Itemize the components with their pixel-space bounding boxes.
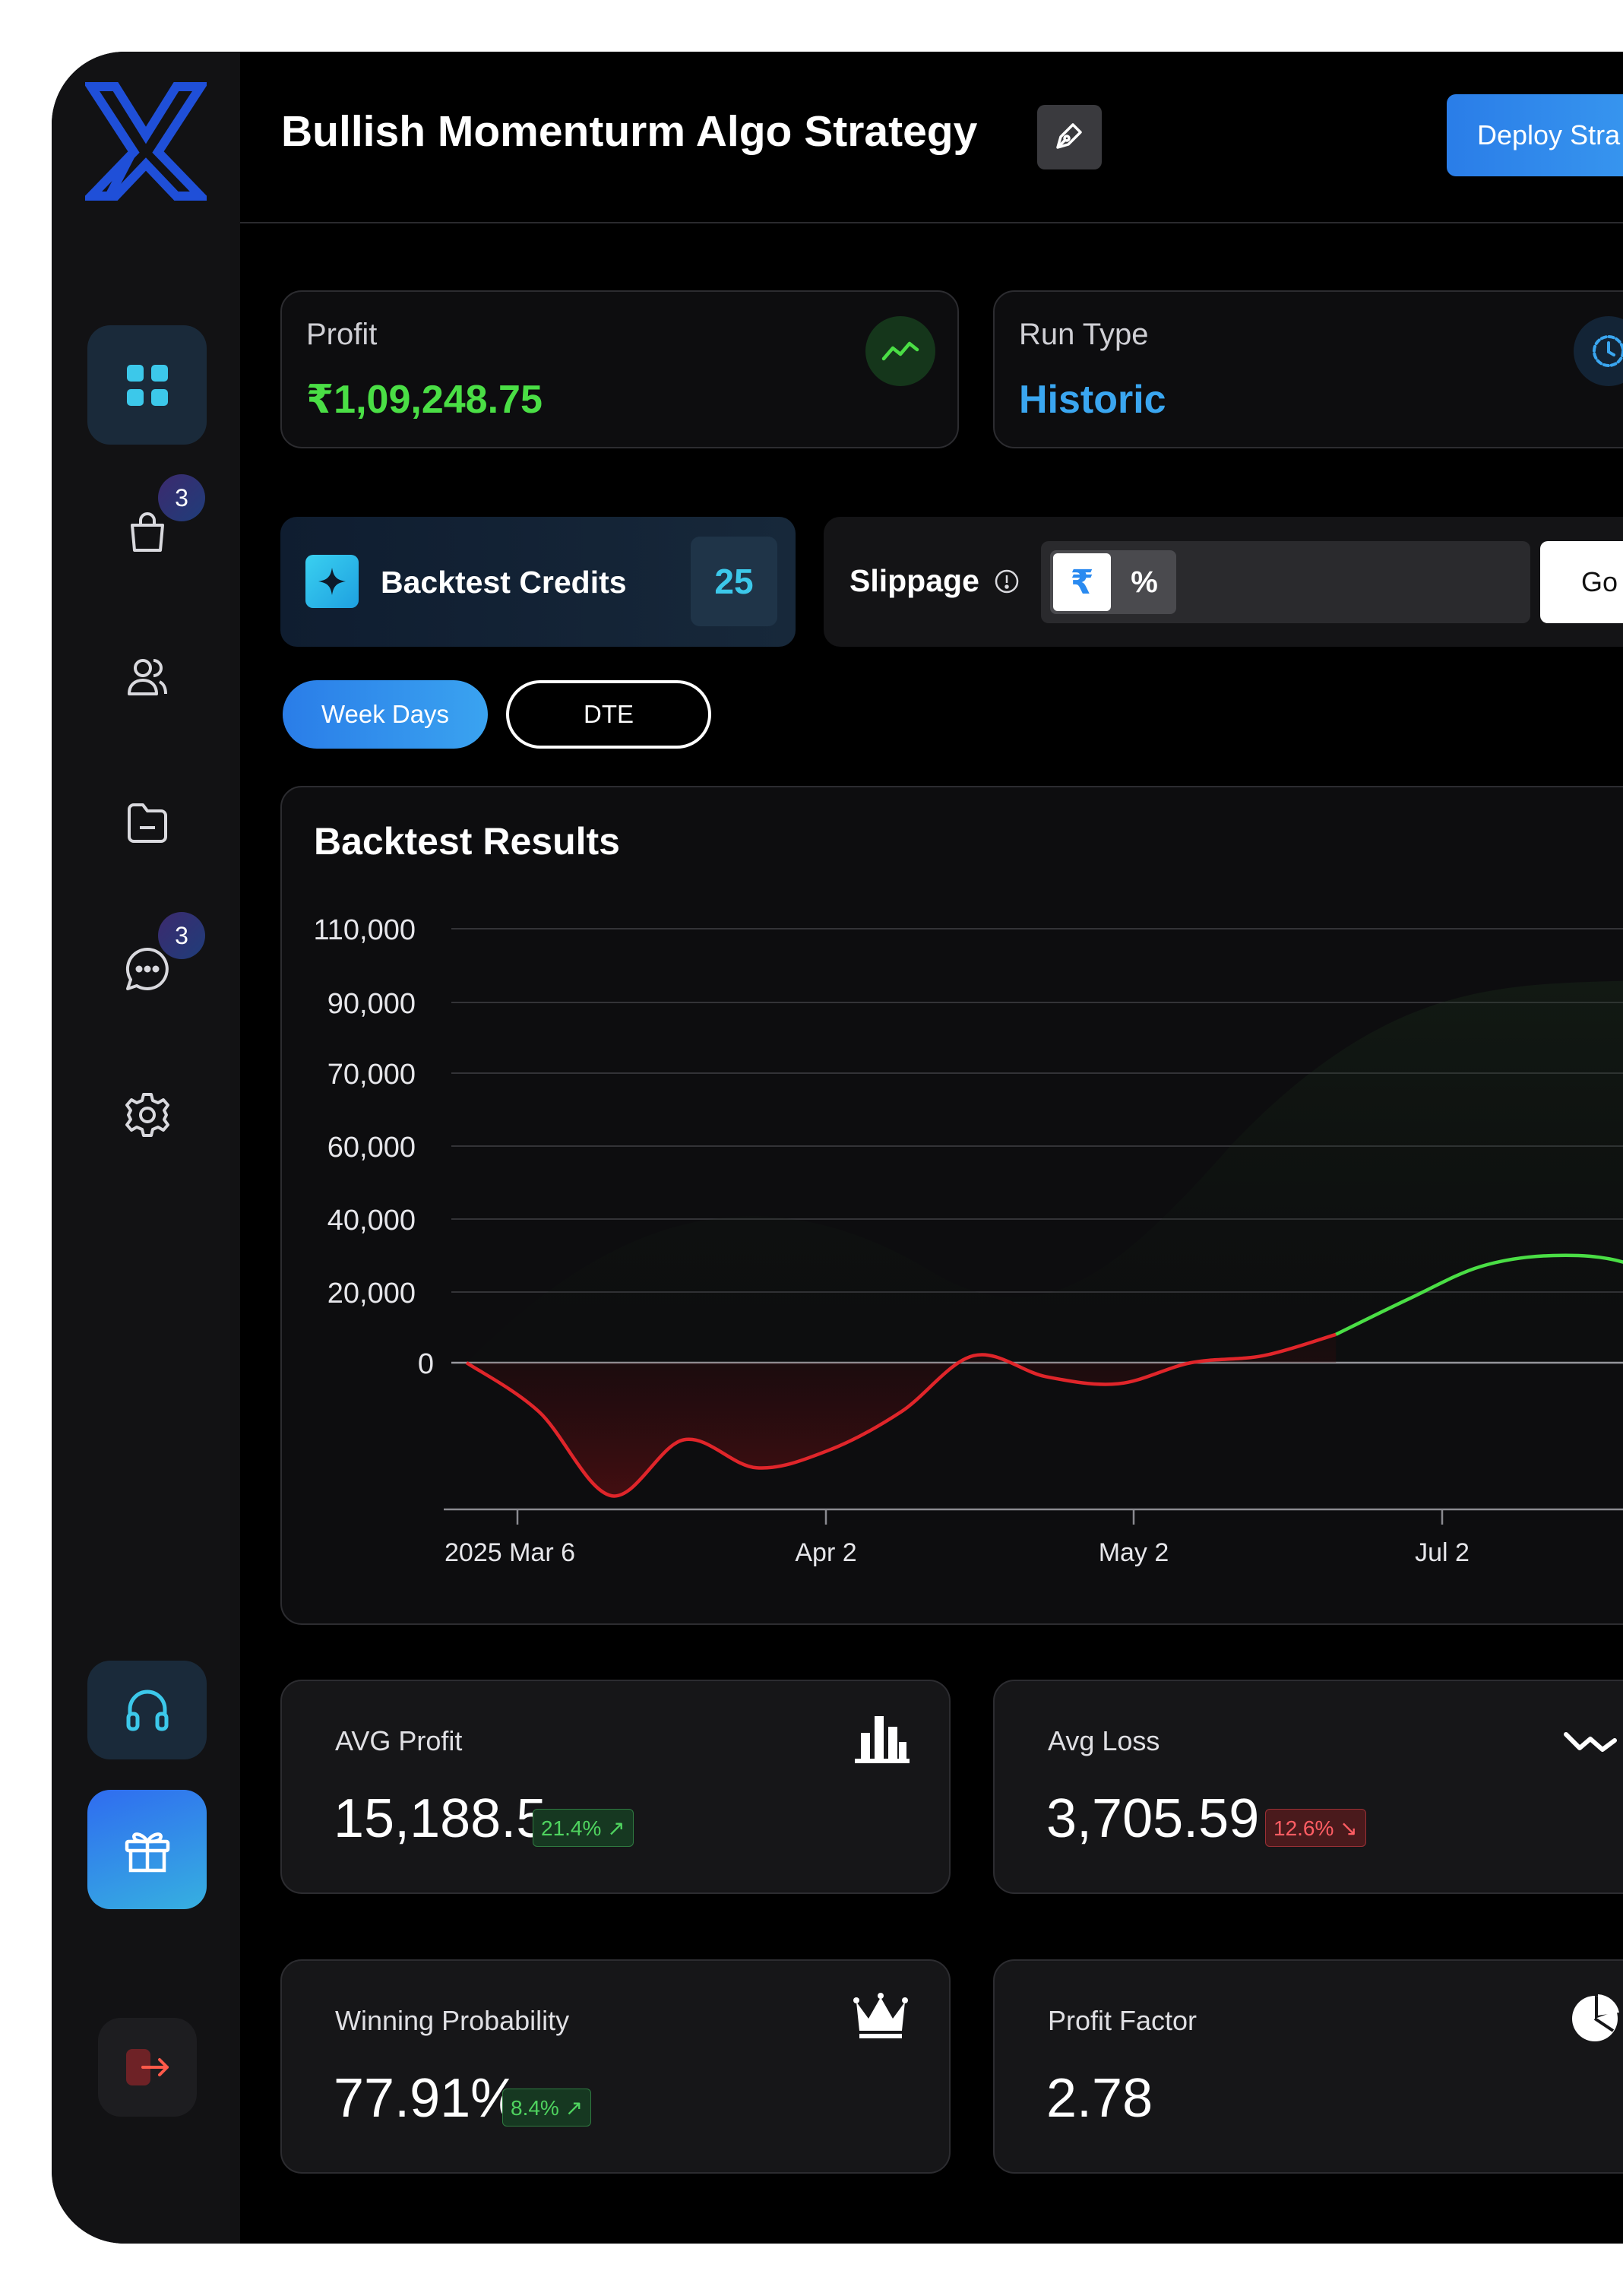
y-tick-label: 110,000 <box>313 914 416 946</box>
profit-value: ₹1,09,248.75 <box>306 378 543 422</box>
y-tick-label: 20,000 <box>327 1278 416 1310</box>
credits-count: 25 <box>691 537 777 626</box>
sidebar-item-dashboard[interactable] <box>87 325 207 445</box>
win-prob-label: Winning Probability <box>335 2005 570 2036</box>
trend-up-icon <box>865 316 935 386</box>
deploy-strategy-button[interactable]: Deploy Stra <box>1447 94 1623 176</box>
win-prob-change: 8.4% ↗ <box>502 2089 592 2127</box>
gift-icon <box>122 1825 172 1875</box>
go-button[interactable]: Go <box>1540 541 1623 623</box>
run-type-label: Run Type <box>1019 318 1149 351</box>
bar-chart-icon <box>853 1712 911 1769</box>
app-window: 3 3 Bullish Momenturm Algo Strategy Depl… <box>52 52 1623 2244</box>
sidebar-item-users[interactable] <box>87 617 207 736</box>
avg-loss-card: Avg Loss 3,705.59 12.6% ↘ <box>993 1680 1623 1894</box>
pen-icon <box>1053 119 1087 156</box>
profit-factor-value: 2.78 <box>1046 2068 1153 2129</box>
week-days-tab[interactable]: Week Days <box>283 680 488 749</box>
sparkle-icon <box>305 555 359 608</box>
avg-profit-label: AVG Profit <box>335 1725 463 1756</box>
unit-toggle: ₹ % <box>1050 550 1176 614</box>
y-tick-label: 40,000 <box>327 1205 416 1237</box>
x-tick-label: 2025 Mar 6 <box>445 1538 575 1567</box>
x-tick-label: Jul 2 <box>1415 1538 1470 1567</box>
avg-loss-label: Avg Loss <box>1048 1725 1160 1756</box>
headphones-icon <box>124 1686 171 1734</box>
logout-button[interactable] <box>98 2018 197 2117</box>
percent-toggle[interactable]: % <box>1115 553 1173 611</box>
credits-label: Backtest Credits <box>381 565 627 600</box>
sidebar-item-folders[interactable] <box>87 763 207 882</box>
y-tick-label: 60,000 <box>327 1132 416 1164</box>
run-type-card: Run Type Historic <box>993 290 1623 448</box>
gear-icon <box>124 1091 171 1138</box>
history-icon <box>1574 316 1623 386</box>
backtest-chart: 110,000 90,000 70,000 60,000 40,000 20,000 0 20… <box>313 914 1623 1567</box>
backtest-results-card: Backtest Results 110,000 90,000 70,000 60,0… <box>280 786 1623 1625</box>
dte-tab[interactable]: DTE <box>506 680 711 749</box>
slippage-input[interactable]: ₹ % <box>1041 541 1530 623</box>
orders-badge: 3 <box>158 474 205 521</box>
grid-icon <box>125 363 169 407</box>
x-tick-label: May 2 <box>1099 1538 1169 1567</box>
pie-chart-icon <box>1569 1991 1622 2048</box>
page-title: Bullish Momenturm Algo Strategy <box>281 107 978 156</box>
run-type-value: Historic <box>1019 378 1166 422</box>
sidebar-item-settings[interactable] <box>87 1055 207 1174</box>
rupee-toggle[interactable]: ₹ <box>1053 553 1111 611</box>
crown-icon <box>853 1991 908 2044</box>
trend-wave-icon <box>1563 1727 1618 1761</box>
info-icon[interactable] <box>994 568 1020 598</box>
avg-profit-card: AVG Profit 15,188.5 21.4% ↗ <box>280 1680 951 1894</box>
slippage-panel: Slippage ₹ % Go <box>824 517 1623 647</box>
y-tick-label: 90,000 <box>327 988 416 1020</box>
folder-icon <box>125 800 170 846</box>
avg-profit-change: 21.4% ↗ <box>533 1809 634 1847</box>
shopping-bag-icon <box>125 508 170 554</box>
avg-loss-change: 12.6% ↘ <box>1265 1809 1366 1847</box>
avg-loss-value: 3,705.59 <box>1046 1788 1260 1849</box>
header: Bullish Momenturm Algo Strategy Deploy S… <box>240 52 1623 223</box>
main-content: Bullish Momenturm Algo Strategy Deploy S… <box>240 52 1623 2244</box>
winning-probability-card: Winning Probability 77.91% 8.4% ↗ <box>280 1959 951 2174</box>
chat-icon <box>124 945 171 993</box>
messages-badge: 3 <box>158 912 205 959</box>
x-tick-label: Apr 2 <box>795 1538 856 1567</box>
slippage-label: Slippage <box>849 563 979 598</box>
avg-profit-value: 15,188.5 <box>334 1788 547 1849</box>
profit-factor-card: Profit Factor 2.78 <box>993 1959 1623 2174</box>
y-tick-label: 70,000 <box>327 1059 416 1091</box>
profit-factor-label: Profit Factor <box>1048 2005 1197 2036</box>
users-icon <box>125 654 170 700</box>
profit-card: Profit ₹1,09,248.75 <box>280 290 959 448</box>
logout-icon <box>123 2044 172 2090</box>
y-tick-label: 0 <box>418 1348 434 1380</box>
rewards-button[interactable] <box>87 1790 207 1909</box>
app-logo[interactable] <box>80 82 212 201</box>
win-prob-value: 77.91% <box>334 2068 520 2129</box>
profit-label: Profit <box>306 318 378 351</box>
sidebar: 3 3 <box>52 52 240 2244</box>
background-area <box>467 980 1623 1363</box>
edit-title-button[interactable] <box>1037 105 1102 169</box>
backtest-credits-panel: Backtest Credits 25 <box>280 517 796 647</box>
support-button[interactable] <box>87 1661 207 1759</box>
